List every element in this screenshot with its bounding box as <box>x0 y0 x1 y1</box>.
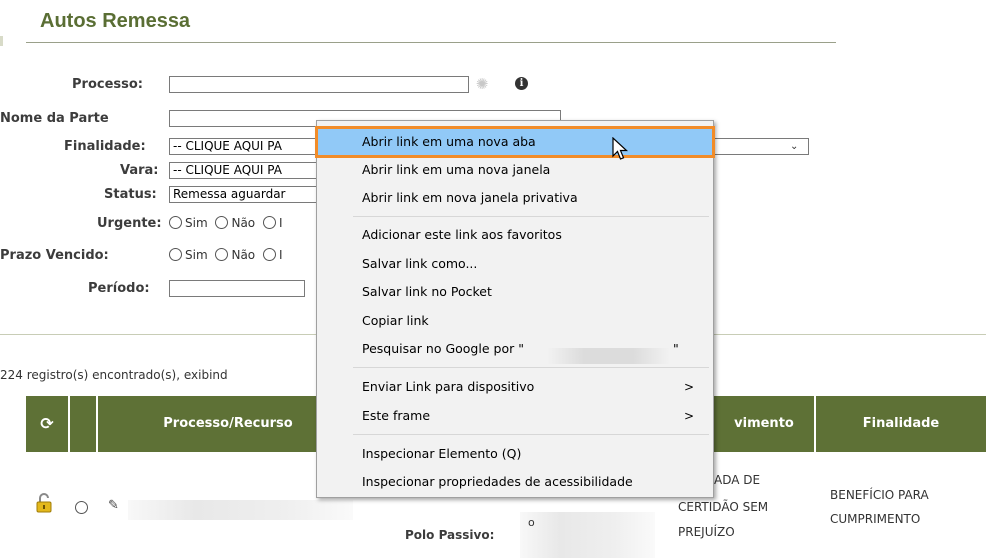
urgente-options: Sim Não I <box>169 216 283 230</box>
movimento-line-1: ADA DE <box>714 473 761 487</box>
submenu-arrow-icon: > <box>683 380 694 394</box>
periodo-input[interactable] <box>169 280 305 297</box>
prazo-third-label: I <box>278 248 283 262</box>
status-select[interactable]: Remessa aguardar <box>169 186 329 203</box>
prazo-vencido-label: Prazo Vencido: <box>0 248 109 263</box>
polo-passivo-label: Polo Passivo: <box>405 528 495 542</box>
menu-separator <box>353 434 709 435</box>
menu-item-bookmark-link[interactable]: Adicionar este link aos favoritos <box>318 222 712 248</box>
menu-label: Inspecionar Elemento (Q) <box>362 446 522 461</box>
finalidade-line-1: BENEFÍCIO PARA <box>830 488 929 502</box>
vara-label: Vara: <box>120 163 159 178</box>
nome-parte-label: Nome da Parte <box>0 111 109 126</box>
mouse-pointer-icon <box>612 137 629 160</box>
chevron-down-icon[interactable]: ⌄ <box>790 141 798 152</box>
context-menu: Abrir link em uma nova aba Abrir link em… <box>315 120 715 498</box>
search-close-quote: " <box>673 341 679 356</box>
status-label: Status: <box>104 187 157 202</box>
menu-separator <box>353 216 709 217</box>
urgente-nao-label: Não <box>231 216 256 230</box>
info-icon[interactable]: i <box>515 77 528 90</box>
menu-item-copy-link[interactable]: Copiar link <box>318 308 712 334</box>
submenu-arrow-icon: > <box>683 409 694 423</box>
finalidade-line-2: CUMPRIMENTO <box>830 512 921 526</box>
periodo-label: Período: <box>88 281 150 296</box>
urgente-nao-radio[interactable] <box>215 216 229 229</box>
urgente-sim-radio[interactable] <box>169 216 182 229</box>
select-header-cell <box>70 396 96 452</box>
urgente-sim-label: Sim <box>185 216 208 230</box>
urgente-third-label: I <box>278 216 283 230</box>
menu-item-this-frame[interactable]: Este frame > <box>318 403 712 429</box>
padlock-open-icon[interactable] <box>36 493 52 513</box>
urgente-label: Urgente: <box>97 216 162 231</box>
movimento-line-2: CERTIDÃO SEM <box>678 500 769 514</box>
menu-label: Adicionar este link aos favoritos <box>362 227 562 242</box>
processo-label: Processo: <box>72 77 143 92</box>
redacted-parte <box>520 512 655 558</box>
menu-label: Este frame <box>362 408 431 423</box>
menu-label: Abrir link em uma nova janela <box>362 162 551 177</box>
menu-item-inspect-element[interactable]: Inspecionar Elemento (Q) <box>318 441 712 467</box>
menu-label: Abrir link em uma nova aba <box>362 134 536 149</box>
title-divider <box>26 42 836 43</box>
redacted-search-term <box>547 348 670 364</box>
finalidade-label: Finalidade: <box>64 139 146 154</box>
menu-item-save-to-pocket[interactable]: Salvar link no Pocket <box>318 279 712 305</box>
menu-label: Salvar link no Pocket <box>362 284 492 299</box>
loading-spinner-icon: ✺ <box>475 75 489 93</box>
vara-select[interactable]: -- CLIQUE AQUI PA <box>169 162 329 179</box>
polo-bullet: o <box>528 516 535 529</box>
menu-item-open-new-window[interactable]: Abrir link em uma nova janela <box>318 157 712 183</box>
prazo-sim-radio[interactable] <box>169 248 182 261</box>
refresh-icon[interactable]: ⟳ <box>40 414 53 433</box>
row-select-radio[interactable] <box>75 501 88 514</box>
menu-label: Salvar link como... <box>362 256 478 271</box>
menu-label: Enviar Link para dispositivo <box>362 379 535 394</box>
page-title: Autos Remessa <box>40 10 191 32</box>
refresh-header-cell[interactable]: ⟳ <box>26 396 68 452</box>
finalidade-header[interactable]: Finalidade <box>816 396 986 452</box>
processo-input[interactable] <box>169 76 469 93</box>
prazo-nao-label: Não <box>231 248 256 262</box>
pencil-icon[interactable]: ✎ <box>108 498 119 513</box>
menu-separator <box>353 367 709 368</box>
prazo-options: Sim Não I <box>169 248 283 262</box>
menu-item-send-to-device[interactable]: Enviar Link para dispositivo > <box>318 374 712 400</box>
prazo-nao-radio[interactable] <box>215 248 229 261</box>
movimento-line-3: PREJUÍZO <box>678 525 735 539</box>
menu-label: Abrir link em nova janela privativa <box>362 190 578 205</box>
urgente-third-radio[interactable] <box>262 216 276 229</box>
menu-label: Inspecionar propriedades de acessibilida… <box>362 474 633 489</box>
menu-item-inspect-accessibility[interactable]: Inspecionar propriedades de acessibilida… <box>318 469 712 495</box>
left-accent <box>0 36 3 46</box>
menu-label: Copiar link <box>362 313 429 328</box>
prazo-sim-label: Sim <box>185 248 208 262</box>
menu-label: Pesquisar no Google por " <box>362 341 524 356</box>
menu-item-open-private-window[interactable]: Abrir link em nova janela privativa <box>318 185 712 211</box>
movimento-header[interactable]: vimento <box>714 396 814 452</box>
redacted-processo <box>128 500 353 520</box>
results-count: 224 registro(s) encontrado(s), exibind <box>0 368 228 382</box>
menu-item-open-new-tab[interactable]: Abrir link em uma nova aba <box>315 126 715 158</box>
menu-item-save-link-as[interactable]: Salvar link como... <box>318 251 712 277</box>
prazo-third-radio[interactable] <box>262 248 276 261</box>
